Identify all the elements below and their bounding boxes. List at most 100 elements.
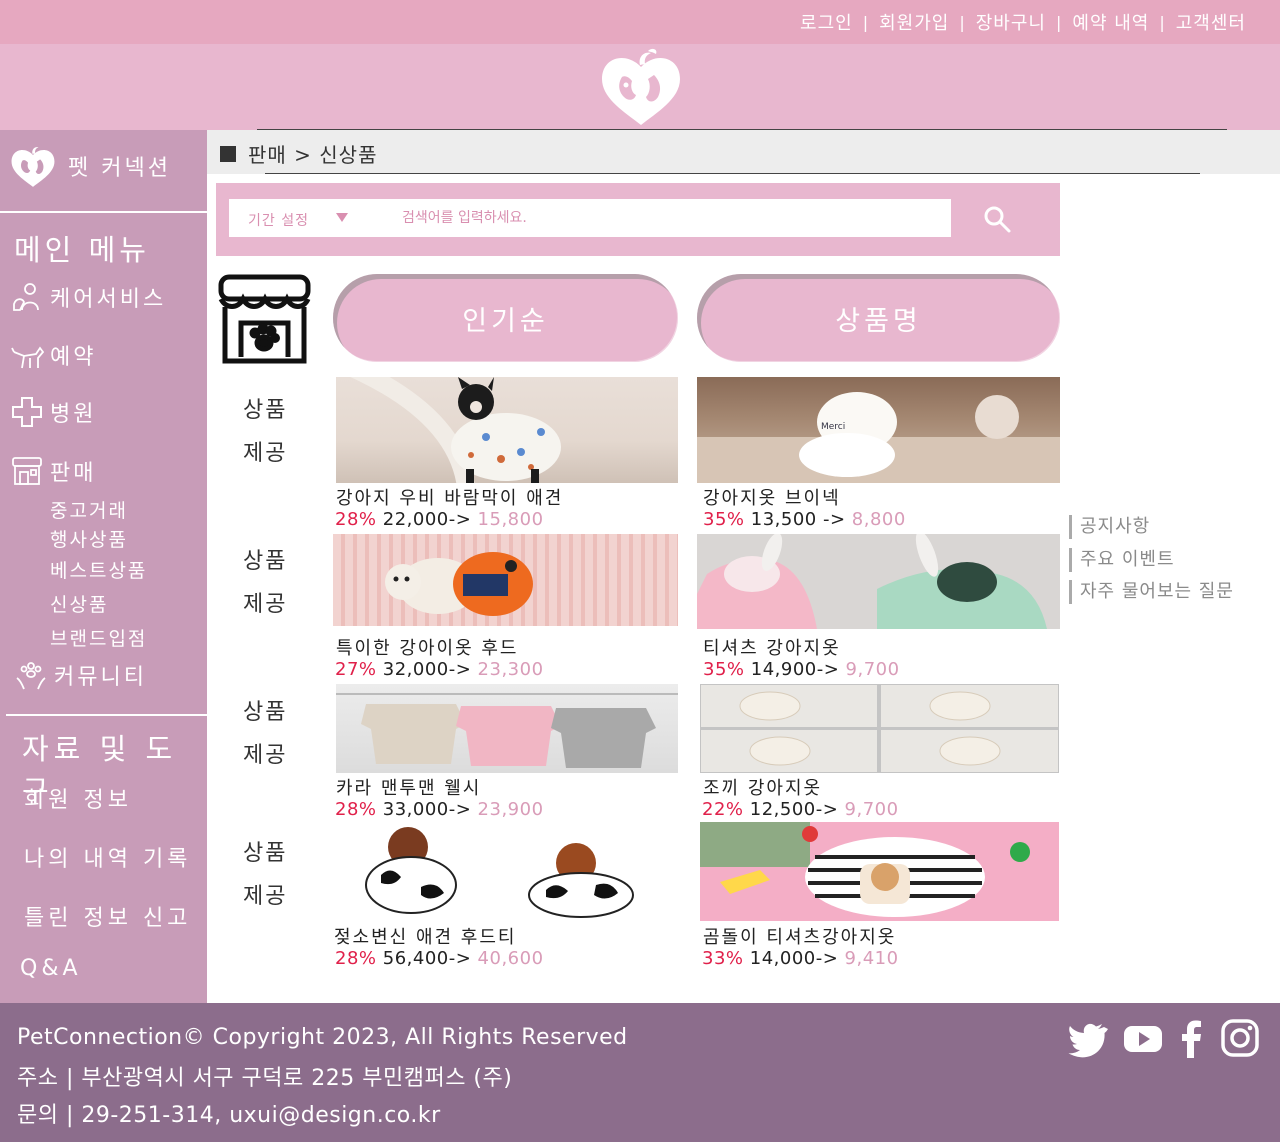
sidebar-brand[interactable]: 펫 커넥션 bbox=[8, 144, 171, 188]
product-image[interactable] bbox=[700, 822, 1059, 921]
sidebar-sub-event[interactable]: 행사상품 bbox=[50, 525, 128, 552]
report-error-link[interactable]: 틀린 정보 신고 bbox=[24, 900, 191, 932]
sidebar-sub-best[interactable]: 베스트상품 bbox=[50, 556, 147, 583]
nav-separator: | bbox=[959, 12, 966, 32]
product-image[interactable] bbox=[336, 377, 678, 483]
nav-separator: | bbox=[862, 12, 870, 32]
sidebar-divider bbox=[6, 714, 207, 716]
provide-label-line: 상품 bbox=[243, 700, 288, 725]
product-provide-label: 상품제공 bbox=[243, 540, 287, 626]
youtube-icon[interactable] bbox=[1123, 1018, 1163, 1058]
product-name[interactable]: 카라 맨투맨 웰시 bbox=[336, 774, 481, 800]
member-info-link[interactable]: 회원 정보 bbox=[24, 782, 132, 814]
sale-price: 9,700 bbox=[844, 799, 899, 820]
sidebar-sub-new[interactable]: 신상품 bbox=[50, 590, 108, 617]
product-name[interactable]: 조끼 강아지옷 bbox=[703, 774, 822, 800]
sidebar-item-label: 커뮤니티 bbox=[54, 665, 147, 690]
main-menu-title: 메인 메뉴 bbox=[14, 233, 150, 267]
breadcrumb-text: 판매 > 신상품 bbox=[248, 143, 378, 167]
signup-link[interactable]: 회원가입 bbox=[879, 9, 949, 35]
original-price: 32,000-> bbox=[382, 659, 472, 680]
sort-popular-button[interactable]: 인기순 bbox=[333, 274, 678, 362]
product-image[interactable] bbox=[700, 684, 1059, 773]
history-link[interactable]: 나의 내역 기록 bbox=[24, 841, 191, 873]
product-price: 35% 13,500 -> 8,800 bbox=[703, 509, 906, 530]
discount-rate: 22% bbox=[702, 799, 744, 820]
product-image[interactable] bbox=[336, 684, 678, 773]
sidebar-item-community[interactable]: 커뮤니티 bbox=[14, 658, 147, 692]
product-name[interactable]: 강아지옷 브이넥 bbox=[703, 484, 841, 510]
sidebar: 펫 커넥션 메인 메뉴 케어서비스 예약 병원 판매 중고거래 행사상품 베스트… bbox=[0, 130, 207, 1003]
sale-price: 15,800 bbox=[477, 509, 544, 530]
product-name[interactable]: 특이한 강아이옷 후드 bbox=[336, 634, 518, 660]
dog-icon bbox=[11, 346, 44, 369]
product-image[interactable]: Merci bbox=[697, 377, 1060, 483]
product-price: 28% 56,400-> 40,600 bbox=[335, 948, 544, 969]
chevron-down-icon[interactable] bbox=[336, 213, 348, 222]
instagram-icon[interactable] bbox=[1220, 1018, 1260, 1058]
customer-center-link[interactable]: 고객센터 bbox=[1176, 9, 1246, 35]
provide-label-line: 상품 bbox=[243, 549, 288, 574]
provide-label-line: 상품 bbox=[243, 398, 288, 423]
header-banner bbox=[0, 44, 1280, 130]
sale-price: 40,600 bbox=[477, 948, 544, 969]
search-button[interactable] bbox=[951, 199, 1046, 237]
period-select[interactable]: 기간 설정 bbox=[248, 210, 309, 230]
pet-connection-logo-icon[interactable] bbox=[596, 47, 686, 127]
top-bar: 로그인 | 회원가입 | 장바구니 | 예약 내역 | 고객센터 bbox=[0, 0, 1280, 44]
facebook-icon[interactable] bbox=[1172, 1018, 1212, 1058]
original-price: 22,000-> bbox=[382, 509, 472, 530]
product-name[interactable]: 티셔츠 강아지옷 bbox=[703, 634, 841, 660]
sidebar-item-sales[interactable]: 판매 bbox=[10, 454, 96, 488]
original-price: 14,000-> bbox=[749, 948, 839, 969]
cart-link[interactable]: 장바구니 bbox=[976, 9, 1046, 35]
provide-label-line: 제공 bbox=[243, 743, 288, 768]
search-input[interactable] bbox=[392, 203, 942, 233]
discount-rate: 35% bbox=[703, 659, 745, 680]
product-image[interactable] bbox=[333, 534, 678, 626]
twitter-icon[interactable] bbox=[1068, 1018, 1108, 1058]
product-name[interactable]: 젖소변신 애견 후드티 bbox=[334, 923, 516, 949]
product-name[interactable]: 곰돌이 티셔츠강아지옷 bbox=[703, 923, 896, 949]
qna-link[interactable]: Q&A bbox=[20, 956, 82, 981]
footer-address: 주소 | 부산광역시 서구 구덕로 225 부민캠퍼스 (주) bbox=[17, 1066, 513, 1091]
sidebar-sub-used[interactable]: 중고거래 bbox=[50, 496, 128, 523]
product-image[interactable] bbox=[697, 534, 1060, 629]
sidebar-item-hospital[interactable]: 병원 bbox=[10, 395, 96, 429]
breadcrumb-top-line bbox=[257, 129, 1227, 130]
sort-name-button[interactable]: 상품명 bbox=[697, 274, 1060, 362]
square-bullet-icon bbox=[220, 145, 236, 162]
events-link[interactable]: 주요 이벤트 bbox=[1069, 548, 1175, 572]
sidebar-sub-brand[interactable]: 브랜드입점 bbox=[50, 624, 147, 651]
notice-link[interactable]: 공지사항 bbox=[1069, 515, 1150, 539]
svg-text:Merci: Merci bbox=[821, 422, 845, 432]
discount-rate: 28% bbox=[335, 509, 377, 530]
product-image[interactable] bbox=[336, 825, 678, 920]
login-link[interactable]: 로그인 bbox=[800, 9, 853, 35]
reservations-link[interactable]: 예약 내역 bbox=[1072, 9, 1149, 35]
original-price: 13,500 -> bbox=[750, 509, 846, 530]
sale-price: 9,410 bbox=[844, 948, 899, 969]
hospital-cross-icon bbox=[12, 397, 42, 427]
footer-copyright: PetConnection© Copyright 2023, All Right… bbox=[17, 1025, 628, 1050]
provide-label-line: 제공 bbox=[243, 441, 288, 466]
search-icon bbox=[984, 206, 1011, 233]
care-service-icon bbox=[13, 283, 39, 311]
sidebar-item-care-service[interactable]: 케어서비스 bbox=[10, 280, 166, 314]
footer-contact: 문의 | 29-251-314, uxui@design.co.kr bbox=[17, 1103, 441, 1128]
sidebar-item-label: 예약 bbox=[50, 345, 97, 370]
original-price: 12,500-> bbox=[749, 799, 839, 820]
sale-price: 23,300 bbox=[477, 659, 544, 680]
discount-rate: 28% bbox=[335, 948, 377, 969]
discount-rate: 27% bbox=[335, 659, 377, 680]
discount-rate: 28% bbox=[335, 799, 377, 820]
faq-link[interactable]: 자주 물어보는 질문 bbox=[1069, 580, 1234, 604]
sidebar-item-reservation[interactable]: 예약 bbox=[10, 338, 96, 372]
product-provide-label: 상품제공 bbox=[243, 389, 287, 475]
product-price: 27% 32,000-> 23,300 bbox=[335, 659, 544, 680]
product-name[interactable]: 강아지 우비 바람막이 애견 bbox=[336, 484, 563, 510]
product-price: 28% 33,000-> 23,900 bbox=[335, 799, 544, 820]
provide-label-line: 제공 bbox=[243, 592, 288, 617]
original-price: 33,000-> bbox=[382, 799, 472, 820]
discount-rate: 33% bbox=[702, 948, 744, 969]
